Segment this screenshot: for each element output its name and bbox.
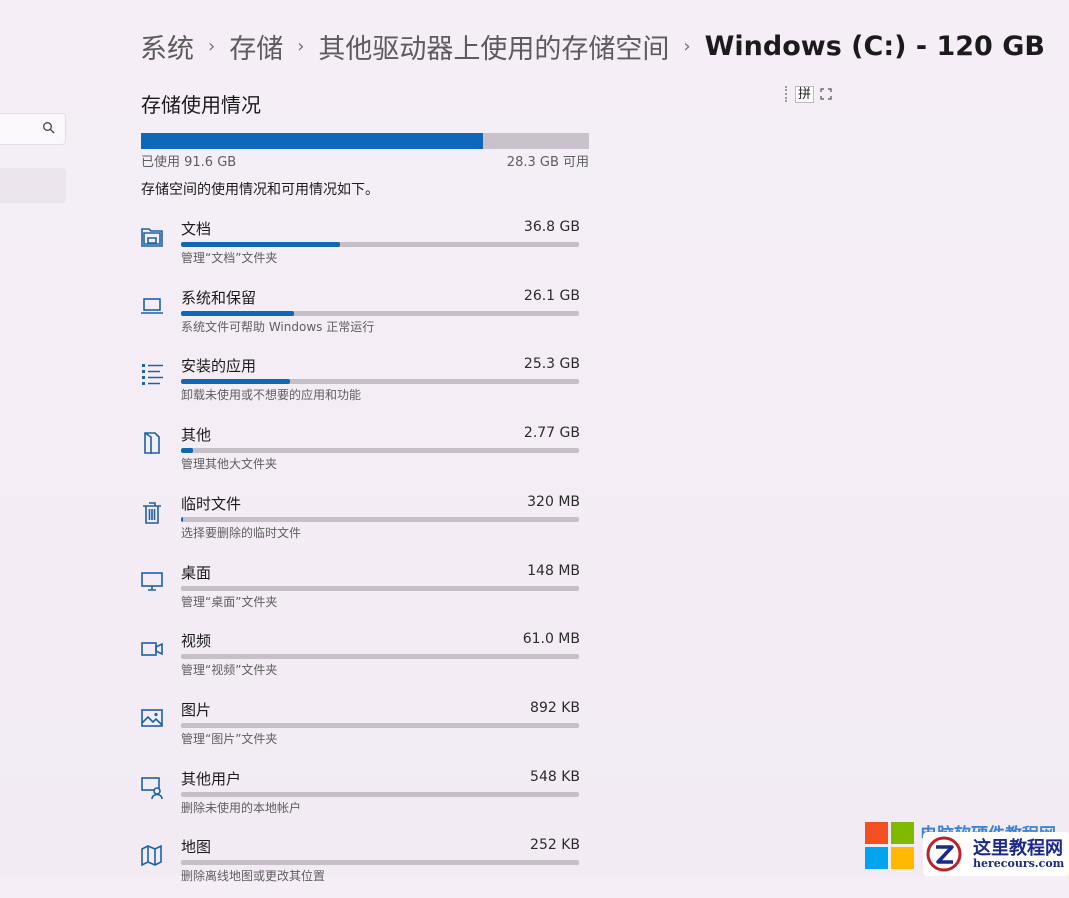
- map-icon: [141, 845, 162, 867]
- storage-category-item[interactable]: 图片 892 KB 管理“图片”文件夹: [138, 699, 580, 761]
- search-icon: [43, 122, 55, 134]
- category-usage-bar: [181, 654, 579, 660]
- category-name: 地图: [181, 838, 212, 857]
- storage-category-item[interactable]: 文档 36.8 GB 管理“文档”文件夹: [138, 218, 580, 280]
- category-usage-bar: [181, 791, 579, 797]
- category-usage-fill: [181, 310, 295, 316]
- category-size: 892 KB: [530, 699, 580, 716]
- category-usage-bar: [181, 722, 579, 728]
- page-title: Windows (C:) - 120 GB: [704, 30, 1045, 62]
- category-size: 61.0 MB: [522, 631, 580, 648]
- category-usage-fill: [181, 448, 193, 454]
- category-usage-bar: [181, 860, 579, 866]
- category-description: 管理“文档”文件夹: [181, 251, 278, 265]
- free-space-label: 28.3 GB 可用: [506, 155, 589, 170]
- category-name: 系统和保留: [181, 288, 257, 307]
- category-usage-bar: [181, 379, 579, 385]
- category-description: 管理“桌面”文件夹: [181, 594, 278, 609]
- category-name: 安装的应用: [181, 357, 257, 376]
- watermark: 电脑软硬件教程网 这里教程网 herecours.com: [865, 818, 1069, 876]
- ime-mode-button[interactable]: 拼: [795, 85, 815, 103]
- nav-item-selected[interactable]: [0, 168, 66, 203]
- category-name: 其他用户: [181, 769, 242, 788]
- total-usage-fill: [141, 133, 484, 149]
- storage-category-item[interactable]: 视频 61.0 MB 管理“视频”文件夹: [138, 630, 580, 692]
- storage-category-item[interactable]: 系统和保留 26.1 GB 系统文件可帮助 Windows 正常运行: [138, 287, 580, 349]
- category-description: 删除未使用的本地帐户: [181, 800, 302, 815]
- category-name: 视频: [181, 632, 212, 651]
- video-icon: [141, 642, 163, 656]
- category-size: 26.1 GB: [523, 287, 580, 304]
- breadcrumb: 系统 › 存储 › 其他驱动器上使用的存储空间 › Windows (C:) -…: [140, 26, 1045, 66]
- category-description: 卸载未使用或不想要的应用和功能: [181, 388, 362, 403]
- category-name: 其他: [181, 426, 212, 445]
- watermark-badge: 这里教程网 herecours.com: [923, 832, 1069, 876]
- picture-icon: [141, 709, 163, 727]
- other-users-icon: [141, 776, 163, 799]
- storage-category-item[interactable]: 安装的应用 25.3 GB 卸载未使用或不想要的应用和功能: [138, 355, 580, 417]
- breadcrumb-system[interactable]: 系统: [140, 27, 194, 66]
- category-size: 148 MB: [527, 562, 580, 579]
- category-size: 320 MB: [527, 493, 580, 510]
- storage-category-item[interactable]: 临时文件 320 MB 选择要删除的临时文件: [138, 493, 580, 555]
- monitor-icon: [141, 571, 163, 591]
- storage-category-item[interactable]: 桌面 148 MB 管理“桌面”文件夹: [138, 562, 580, 624]
- site-logo-icon: [926, 836, 962, 872]
- category-usage-bar: [181, 448, 579, 454]
- documents-icon: [141, 228, 163, 247]
- folder-other-icon: [144, 432, 160, 455]
- laptop-icon: [141, 297, 163, 314]
- breadcrumb-separator: ›: [208, 35, 216, 57]
- category-usage-fill: [181, 242, 341, 247]
- apps-list-icon: [142, 364, 163, 386]
- category-size: 252 KB: [530, 837, 580, 854]
- category-description: 管理“图片”文件夹: [181, 731, 278, 746]
- watermark-site-url: herecours.com: [973, 857, 1065, 870]
- breadcrumb-separator: ›: [683, 35, 691, 57]
- category-usage-bar: [181, 585, 579, 591]
- category-name: 图片: [181, 700, 212, 719]
- category-usage-fill: [181, 516, 183, 522]
- category-usage-bar: [181, 310, 579, 316]
- category-description: 管理其他大文件夹: [181, 457, 278, 472]
- storage-category-item[interactable]: 地图 252 KB 删除离线地图或更改其位置: [138, 836, 580, 898]
- search-input[interactable]: [0, 113, 66, 145]
- storage-category-item[interactable]: 其他用户 548 KB 删除未使用的本地帐户: [138, 768, 580, 830]
- category-usage-bar: [181, 516, 579, 522]
- category-usage-bar: [181, 242, 579, 247]
- ime-toolbar[interactable]: 拼: [785, 84, 832, 104]
- ime-grip-handle[interactable]: [785, 86, 789, 102]
- category-size: 548 KB: [530, 768, 580, 785]
- total-usage-bar: [141, 133, 589, 149]
- category-description: 系统文件可帮助 Windows 正常运行: [181, 319, 375, 334]
- breadcrumb-storage[interactable]: 存储: [229, 27, 283, 66]
- category-name: 桌面: [181, 563, 212, 582]
- category-size: 25.3 GB: [523, 356, 580, 373]
- trash-icon: [143, 501, 161, 524]
- breadcrumb-separator: ›: [297, 35, 305, 57]
- usage-description: 存储空间的使用情况和可用情况如下。: [141, 182, 379, 198]
- category-description: 管理“视频”文件夹: [181, 663, 278, 678]
- category-usage-fill: [181, 379, 291, 385]
- section-title: 存储使用情况: [141, 93, 261, 117]
- breadcrumb-other-drives[interactable]: 其他驱动器上使用的存储空间: [318, 27, 669, 66]
- used-space-label: 已使用 91.6 GB: [141, 155, 237, 170]
- expand-icon[interactable]: [820, 88, 832, 100]
- category-size: 36.8 GB: [523, 219, 580, 235]
- category-size: 2.77 GB: [523, 425, 580, 442]
- storage-category-item[interactable]: 其他 2.77 GB 管理其他大文件夹: [138, 424, 580, 486]
- category-name: 临时文件: [181, 494, 242, 513]
- category-name: 文档: [181, 220, 212, 238]
- windows-logo-icon: [865, 822, 914, 869]
- category-description: 选择要删除的临时文件: [181, 525, 302, 540]
